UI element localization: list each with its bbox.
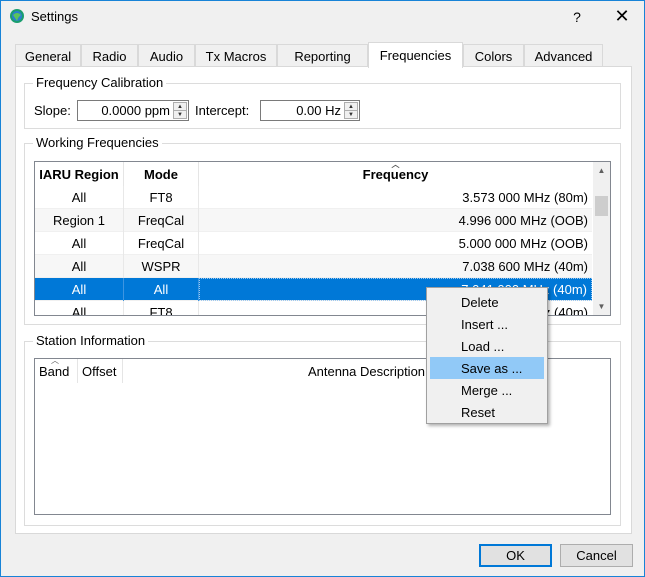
down-arrow-icon[interactable]: ▼ <box>345 111 357 119</box>
slope-label: Slope: <box>34 103 71 118</box>
vertical-scrollbar[interactable]: ▲ ▼ <box>593 162 610 315</box>
mode-cell: All <box>124 278 199 301</box>
window-title: Settings <box>31 9 78 24</box>
app-icon <box>10 9 24 23</box>
sort-indicator-icon: ︿ <box>51 356 59 365</box>
column-header-band[interactable]: ︿ Band <box>35 356 78 383</box>
intercept-stepper[interactable]: ▲ ▼ <box>344 102 358 119</box>
table-header: IARU Region Mode ︿ Frequency <box>35 162 592 186</box>
mode-cell: FreqCal <box>124 232 199 255</box>
tab-general[interactable]: General <box>15 44 81 67</box>
table-row[interactable]: All WSPR 7.038 600 MHz (40m) <box>35 255 592 278</box>
menu-item-merge[interactable]: Merge ... <box>430 379 544 401</box>
settings-window: Settings ? ✕ General Radio Audio Tx Macr… <box>0 0 645 577</box>
group-title: Working Frequencies <box>33 135 162 150</box>
region-cell: All <box>35 232 124 255</box>
slope-spinbox[interactable]: 0.0000 ppm ▲ ▼ <box>77 100 189 121</box>
menu-item-load[interactable]: Load ... <box>430 335 544 357</box>
slope-value: 0.0000 ppm <box>101 103 170 118</box>
close-button[interactable]: ✕ <box>599 1 645 32</box>
region-cell: All <box>35 301 124 315</box>
group-title: Frequency Calibration <box>33 75 167 90</box>
intercept-value: 0.00 Hz <box>296 103 341 118</box>
frequency-cell: 7.038 600 MHz (40m) <box>462 259 588 274</box>
intercept-label: Intercept: <box>195 103 250 118</box>
mode-cell: FreqCal <box>124 209 199 232</box>
table-row[interactable]: Region 1 FreqCal 4.996 000 MHz (OOB) <box>35 209 592 232</box>
menu-item-save-as[interactable]: Save as ... <box>430 357 544 379</box>
menu-item-reset[interactable]: Reset <box>430 401 544 423</box>
table-row[interactable]: All FreqCal 5.000 000 MHz (OOB) <box>35 232 592 255</box>
region-cell: All <box>35 278 124 301</box>
slope-stepper[interactable]: ▲ ▼ <box>173 102 187 119</box>
table-row[interactable]: All FT8 3.573 000 MHz (80m) <box>35 186 592 209</box>
tab-tx-macros[interactable]: Tx Macros <box>195 44 277 67</box>
column-header-mode[interactable]: Mode <box>124 162 199 186</box>
scroll-up-icon[interactable]: ▲ <box>593 162 610 179</box>
cancel-button[interactable]: Cancel <box>560 544 633 567</box>
mode-cell: WSPR <box>124 255 199 278</box>
frequency-cell: 3.573 000 MHz (80m) <box>462 190 588 205</box>
menu-item-insert[interactable]: Insert ... <box>430 313 544 335</box>
down-arrow-icon[interactable]: ▼ <box>174 111 186 119</box>
help-button[interactable]: ? <box>554 1 600 32</box>
ok-button[interactable]: OK <box>479 544 552 567</box>
frequency-cell: 4.996 000 MHz (OOB) <box>458 213 588 228</box>
region-cell: Region 1 <box>35 209 124 232</box>
title-bar: Settings ? ✕ <box>1 1 644 32</box>
tab-radio[interactable]: Radio <box>81 44 138 67</box>
intercept-spinbox[interactable]: 0.00 Hz ▲ ▼ <box>260 100 360 121</box>
tab-colors[interactable]: Colors <box>463 44 524 67</box>
region-cell: All <box>35 186 124 209</box>
tab-advanced[interactable]: Advanced <box>524 44 603 67</box>
mode-cell: FT8 <box>124 301 199 315</box>
tab-reporting[interactable]: Reporting <box>277 44 368 67</box>
scroll-thumb[interactable] <box>595 196 608 216</box>
sort-indicator-icon: ︿ <box>391 161 400 169</box>
column-header-frequency[interactable]: ︿ Frequency <box>199 162 592 186</box>
frequency-cell: 5.000 000 MHz (OOB) <box>458 236 588 251</box>
group-title: Station Information <box>33 333 149 348</box>
tab-frequencies[interactable]: Frequencies <box>368 42 463 68</box>
up-arrow-icon[interactable]: ▲ <box>345 103 357 111</box>
context-menu: Delete Insert ... Load ... Save as ... M… <box>426 287 548 424</box>
up-arrow-icon[interactable]: ▲ <box>174 103 186 111</box>
region-cell: All <box>35 255 124 278</box>
tab-audio[interactable]: Audio <box>138 44 195 67</box>
column-header-region[interactable]: IARU Region <box>35 162 124 186</box>
menu-item-delete[interactable]: Delete <box>430 291 544 313</box>
scroll-down-icon[interactable]: ▼ <box>593 298 610 315</box>
column-header-offset[interactable]: Offset <box>78 359 123 383</box>
mode-cell: FT8 <box>124 186 199 209</box>
